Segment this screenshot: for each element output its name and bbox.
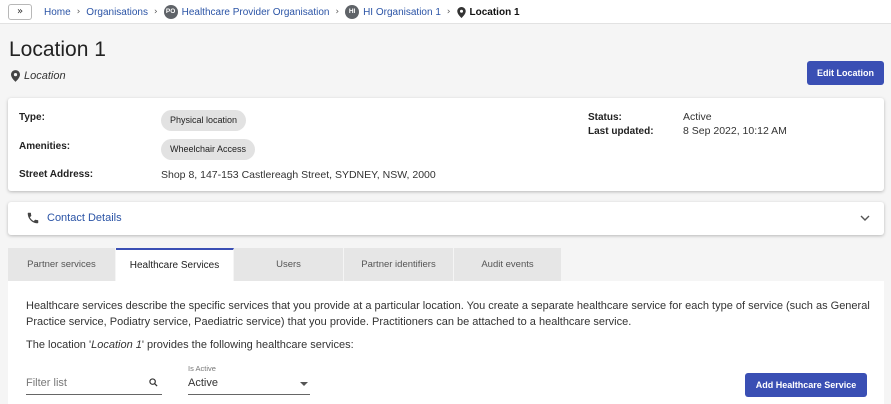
breadcrumb-organisation-label[interactable]: HI Organisation 1 — [363, 7, 441, 18]
breadcrumb-bar: » Home › Organisations › PO Healthcare P… — [0, 0, 891, 24]
type-chip: Physical location — [161, 110, 247, 131]
address-label: Street Address: — [19, 169, 94, 180]
breadcrumb-home[interactable]: Home — [44, 7, 71, 18]
breadcrumb-current: Location 1 — [456, 6, 520, 18]
organisation-badge: HI — [345, 5, 360, 19]
status-label: Status: — [588, 112, 622, 123]
location-details-card: Type: Physical location Amenities: Wheel… — [8, 98, 884, 191]
tab-partner-services[interactable]: Partner services — [8, 248, 116, 281]
add-healthcare-service-button[interactable]: Add Healthcare Service — [745, 373, 867, 397]
is-active-label: Is Active — [188, 364, 216, 373]
breadcrumb-provider-label[interactable]: Healthcare Provider Organisation — [182, 7, 330, 18]
provider-badge: PO — [163, 5, 178, 19]
contact-details-accordion[interactable]: Contact Details — [8, 202, 884, 235]
provides-prefix: The location ' — [26, 339, 92, 351]
breadcrumb: Home › Organisations › PO Healthcare Pro… — [44, 0, 520, 24]
is-active-value: Active — [188, 377, 218, 389]
status-value: Active — [683, 111, 712, 123]
last-updated-value: 8 Sep 2022, 10:12 AM — [683, 125, 787, 137]
expand-nav-button[interactable]: » — [8, 4, 32, 20]
is-active-select[interactable]: Active — [188, 374, 310, 395]
chevron-down-icon[interactable] — [860, 214, 870, 222]
map-pin-icon — [456, 6, 466, 18]
breadcrumb-organisation[interactable]: HI HI Organisation 1 — [345, 5, 441, 19]
tab-users[interactable]: Users — [234, 248, 344, 281]
type-label: Type: — [19, 112, 45, 123]
map-pin-icon — [11, 70, 20, 82]
breadcrumb-provider[interactable]: PO Healthcare Provider Organisation — [163, 5, 330, 19]
phone-icon — [27, 212, 39, 224]
breadcrumb-separator-icon: › — [154, 7, 158, 17]
tab-partner-identifiers[interactable]: Partner identifiers — [344, 248, 454, 281]
tab-bar: Partner services Healthcare Services Use… — [8, 248, 562, 281]
filter-field[interactable] — [26, 369, 162, 395]
provides-text: The location 'Location 1' provides the f… — [26, 339, 354, 351]
edit-location-button[interactable]: Edit Location — [807, 61, 884, 85]
breadcrumb-current-label: Location 1 — [469, 6, 520, 18]
filter-input[interactable] — [26, 377, 136, 389]
tab-audit-events[interactable]: Audit events — [454, 248, 562, 281]
contact-details-title[interactable]: Contact Details — [47, 212, 122, 224]
provides-suffix: ' provides the following healthcare serv… — [141, 339, 354, 351]
page-title: Location 1 — [9, 38, 106, 61]
provides-location-name: Location 1 — [91, 339, 142, 351]
caret-down-icon — [300, 382, 308, 386]
healthcare-services-description: Healthcare services describe the specifi… — [26, 300, 870, 328]
breadcrumb-organisations[interactable]: Organisations — [86, 7, 148, 18]
search-icon[interactable] — [149, 378, 158, 387]
last-updated-label: Last updated: — [588, 126, 654, 137]
breadcrumb-separator-icon: › — [446, 7, 451, 17]
breadcrumb-separator-icon: › — [335, 7, 340, 17]
page-subtitle-label: Location — [24, 70, 66, 82]
amenities-label: Amenities: — [19, 141, 71, 152]
breadcrumb-separator-icon: › — [76, 7, 81, 17]
amenities-chip: Wheelchair Access — [161, 139, 256, 160]
address-value: Shop 8, 147-153 Castlereagh Street, SYDN… — [161, 169, 436, 181]
tab-healthcare-services[interactable]: Healthcare Services — [116, 248, 234, 281]
healthcare-services-panel: Healthcare services describe the specifi… — [8, 281, 884, 404]
page-subtitle: Location — [11, 70, 66, 82]
